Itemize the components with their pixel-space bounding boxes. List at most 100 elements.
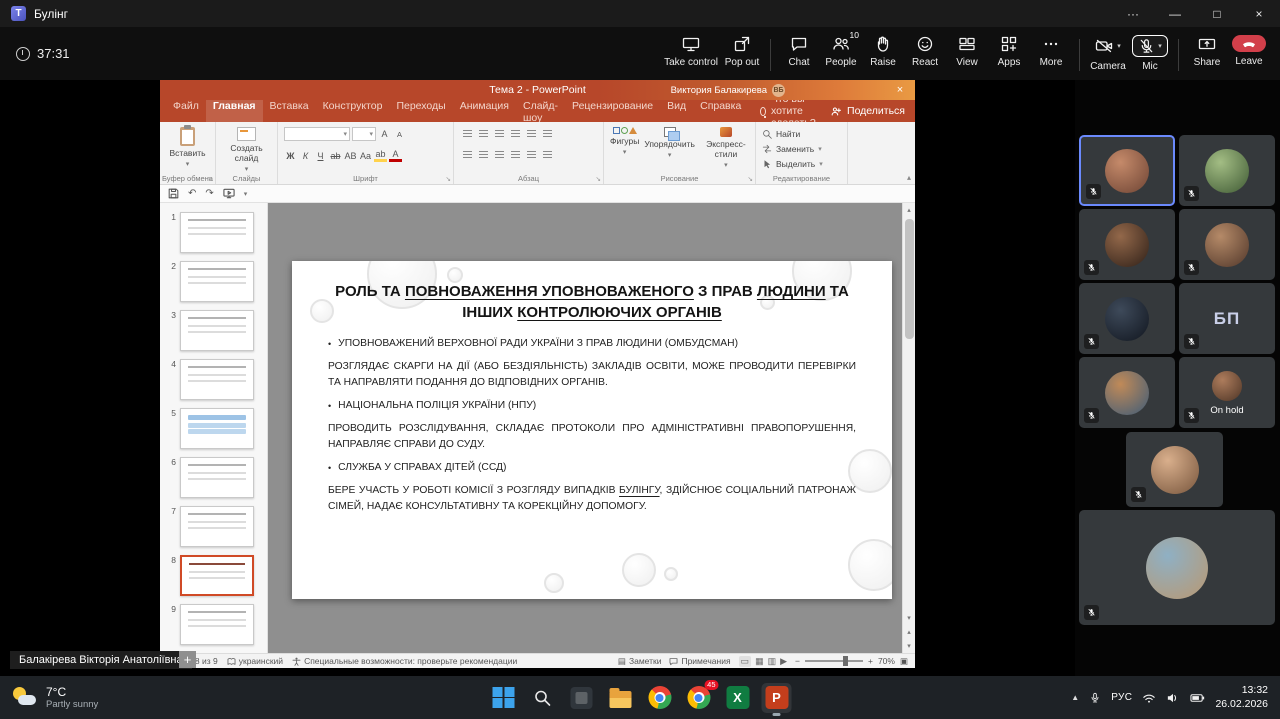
- slide-sorter-view-button[interactable]: ▦: [755, 656, 764, 667]
- slide-thumbnail-preview[interactable]: [180, 408, 254, 449]
- text-direction-button[interactable]: [540, 127, 554, 140]
- scroll-down-icon[interactable]: ▾: [903, 611, 915, 625]
- raise-hand-button[interactable]: Raise: [862, 35, 904, 68]
- slide-thumbnail[interactable]: 3: [165, 310, 267, 351]
- plus-button[interactable]: +: [179, 651, 196, 668]
- reading-view-button[interactable]: ▥: [768, 656, 777, 667]
- customize-qat-button[interactable]: ▾: [244, 190, 248, 198]
- dialog-launcher-icon[interactable]: ↘: [446, 175, 451, 183]
- find-button[interactable]: Найти: [762, 127, 800, 141]
- slide-thumbnail[interactable]: 9: [165, 604, 267, 645]
- slide-thumbnail-preview[interactable]: [180, 261, 254, 302]
- ppt-account[interactable]: Виктория Балакирева ВБ: [671, 84, 785, 97]
- columns-button[interactable]: [524, 148, 538, 161]
- replace-button[interactable]: Заменить▾: [762, 142, 822, 156]
- bullets-button[interactable]: [460, 127, 474, 140]
- slide-thumbnail[interactable]: 4: [165, 359, 267, 400]
- numbering-button[interactable]: [476, 127, 490, 140]
- chat-button[interactable]: Chat: [778, 35, 820, 68]
- slide-thumbnail[interactable]: 2: [165, 261, 267, 302]
- share-button[interactable]: Share: [1186, 35, 1228, 68]
- collapse-ribbon-button[interactable]: ▴: [907, 173, 911, 182]
- dialog-launcher-icon[interactable]: ↘: [208, 175, 213, 183]
- participant-tile[interactable]: [1179, 135, 1275, 206]
- language-indicator[interactable]: РУС: [1111, 692, 1132, 703]
- camera-button[interactable]: ▾ Camera: [1087, 35, 1129, 72]
- zoom-in-button[interactable]: +: [868, 656, 873, 666]
- bold-button[interactable]: Ж: [284, 149, 297, 162]
- slide-thumbnail-preview[interactable]: [180, 506, 254, 547]
- battery-icon[interactable]: [1190, 693, 1205, 703]
- fit-slide-button[interactable]: ▣: [900, 656, 908, 667]
- take-control-button[interactable]: Take control: [661, 35, 721, 68]
- scroll-up-icon[interactable]: ▴: [903, 203, 915, 217]
- justify-button[interactable]: [508, 148, 522, 161]
- excel-button[interactable]: X: [723, 683, 753, 713]
- mic-options-chevron[interactable]: ▾: [1158, 42, 1162, 50]
- align-center-button[interactable]: [476, 148, 490, 161]
- window-minimize-button[interactable]: —: [1154, 0, 1196, 27]
- wifi-icon[interactable]: [1142, 692, 1156, 704]
- shapes-button[interactable]: Фигуры ▾: [610, 127, 639, 156]
- zoom-out-button[interactable]: −: [795, 656, 800, 666]
- line-spacing-button[interactable]: [524, 127, 538, 140]
- slide-thumbnail[interactable]: 1: [165, 212, 267, 253]
- new-slide-button[interactable]: Создать слайд ▾: [222, 127, 271, 173]
- powerpoint-button[interactable]: P: [762, 683, 792, 713]
- language-status[interactable]: украинский: [227, 656, 283, 666]
- slide-thumbnail[interactable]: 6: [165, 457, 267, 498]
- slide-thumbnail-preview[interactable]: [180, 555, 254, 596]
- file-explorer-button[interactable]: [606, 683, 636, 713]
- participant-tile[interactable]: [1079, 357, 1175, 428]
- dialog-launcher-icon[interactable]: ↘: [596, 175, 601, 183]
- view-button[interactable]: View: [946, 35, 988, 68]
- slide-thumbnail-preview[interactable]: [180, 359, 254, 400]
- participant-tile[interactable]: On hold: [1179, 357, 1275, 428]
- participant-tile[interactable]: [1179, 209, 1275, 280]
- slide-thumbnail-preview[interactable]: [180, 457, 254, 498]
- convert-smartart-button[interactable]: [540, 148, 554, 161]
- slide-thumbnail[interactable]: 8: [165, 555, 267, 596]
- participant-tile[interactable]: [1079, 209, 1175, 280]
- paste-button[interactable]: Вставить ▾: [169, 127, 205, 168]
- more-button[interactable]: More: [1030, 35, 1072, 68]
- mic-button[interactable]: ▾ Mic: [1129, 35, 1171, 72]
- slide-thumbnail[interactable]: 7: [165, 506, 267, 547]
- font-size-select[interactable]: ▾: [352, 127, 376, 141]
- react-button[interactable]: React: [904, 35, 946, 68]
- align-left-button[interactable]: [460, 148, 474, 161]
- slide-thumbnail-preview[interactable]: [180, 604, 254, 645]
- select-button[interactable]: Выделить▾: [762, 157, 823, 171]
- dialog-launcher-icon[interactable]: ↘: [748, 175, 753, 183]
- apps-button[interactable]: Apps: [988, 35, 1030, 68]
- slideshow-view-button[interactable]: ▶: [780, 656, 787, 667]
- people-button[interactable]: 10 People: [820, 35, 862, 68]
- zoom-slider[interactable]: [805, 660, 863, 662]
- undo-button[interactable]: ↶: [188, 188, 196, 199]
- shrink-font-button[interactable]: А: [393, 128, 406, 141]
- previous-slide-button[interactable]: ▴: [903, 625, 915, 639]
- slide-thumbnail[interactable]: 5: [165, 408, 267, 449]
- underline-button[interactable]: Ч: [314, 149, 327, 162]
- slide[interactable]: РОЛЬ ТА ПОВНОВАЖЕННЯ УПОВНОВАЖЕНОГО З ПР…: [292, 261, 892, 599]
- arrange-button[interactable]: Упорядочить ▾: [644, 127, 695, 159]
- participant-tile[interactable]: [1079, 283, 1175, 354]
- participant-tile[interactable]: БП: [1179, 283, 1275, 354]
- camera-options-chevron[interactable]: ▾: [1117, 42, 1121, 50]
- search-button[interactable]: [528, 683, 558, 713]
- decrease-indent-button[interactable]: [492, 127, 506, 140]
- hidden-icons-button[interactable]: ▲: [1071, 693, 1079, 702]
- font-color-button[interactable]: А: [389, 150, 402, 162]
- volume-icon[interactable]: [1166, 692, 1180, 704]
- save-button[interactable]: [168, 188, 179, 199]
- italic-button[interactable]: К: [299, 149, 312, 162]
- notes-button[interactable]: ▤Заметки: [618, 656, 662, 667]
- normal-view-button[interactable]: ▭: [739, 656, 752, 667]
- slide-thumbnail-preview[interactable]: [180, 310, 254, 351]
- task-view-button[interactable]: [567, 683, 597, 713]
- participant-tile[interactable]: [1079, 135, 1175, 206]
- chrome-notifications-button[interactable]: 45: [684, 683, 714, 713]
- window-close-button[interactable]: ×: [1238, 0, 1280, 27]
- start-slideshow-button[interactable]: [223, 188, 235, 199]
- strikethrough-button[interactable]: ab: [329, 149, 342, 162]
